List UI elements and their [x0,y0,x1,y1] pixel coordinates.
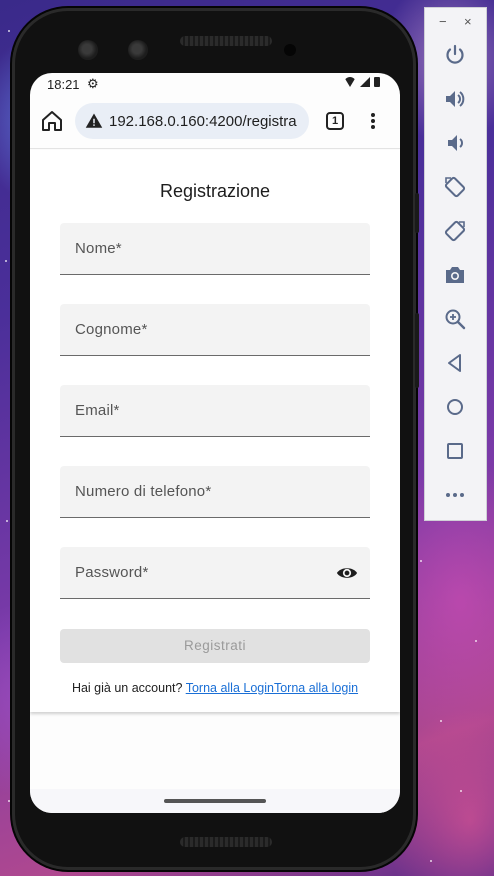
battery-icon [374,77,380,87]
volume-down-icon[interactable] [443,131,467,155]
login-prompt-text: Hai già un account? [71,681,183,695]
page-title: Registrazione [159,181,271,201]
wifi-icon [344,77,356,87]
phone-number-field-label: Numero di telefono* [75,483,212,500]
password-field-label: Password* [75,564,149,581]
not-secure-warning-icon[interactable] [85,112,103,130]
address-bar[interactable]: 192.168.0.160:4200/registra [75,103,309,139]
surname-field[interactable]: Cognome* [60,304,370,356]
settings-gear-icon: ⚙ [87,76,99,91]
registration-card: Registrazione Nome* Cognome* Email* Nume… [30,150,400,712]
password-field[interactable]: Password* [60,547,370,599]
proximity-sensor [284,44,296,56]
gesture-nav-handle[interactable] [164,799,266,803]
power-icon[interactable] [443,43,467,67]
phone-screen: 18:21 ⚙ 192.168.0.160:4200/registra 1 Re… [30,73,400,813]
volume-up-icon[interactable] [443,87,467,111]
name-field[interactable]: Nome* [60,223,370,275]
status-bar: 18:21 ⚙ [30,73,400,95]
zoom-icon[interactable] [443,307,467,331]
url-text[interactable]: 192.168.0.160:4200/registra [109,113,297,130]
login-prompt: Hai già un account? Torna alla LoginTorn… [30,681,400,695]
phone-number-field[interactable]: Numero di telefono* [60,466,370,518]
back-icon[interactable] [443,351,467,375]
name-field-label: Nome* [75,240,122,257]
show-password-eye-icon[interactable] [336,563,358,583]
minimize-button[interactable]: − [439,14,447,29]
camera-icon[interactable] [443,263,467,287]
rotate-right-icon[interactable] [443,219,467,243]
top-speaker [180,36,272,46]
emulator-toolbar: − × [424,7,487,521]
bottom-speaker [180,837,272,847]
close-button[interactable]: × [464,14,472,29]
email-field[interactable]: Email* [60,385,370,437]
rotate-left-icon[interactable] [443,175,467,199]
overview-icon[interactable] [443,439,467,463]
browser-menu-icon[interactable] [368,111,378,131]
home-icon[interactable] [443,395,467,419]
email-field-label: Email* [75,402,120,419]
browser-toolbar: 192.168.0.160:4200/registra 1 [30,95,400,149]
register-button[interactable]: Registrati [60,629,370,663]
front-sensor [128,40,148,60]
surname-field-label: Cognome* [75,321,148,338]
home-icon[interactable] [40,109,64,133]
back-to-login-link[interactable]: Torna alla LoginTorna alla login [186,681,358,695]
front-camera [78,40,98,60]
more-icon[interactable] [443,483,467,507]
status-time: 18:21 [47,77,80,92]
tab-switcher-button[interactable]: 1 [326,112,344,130]
signal-icon [360,77,370,87]
